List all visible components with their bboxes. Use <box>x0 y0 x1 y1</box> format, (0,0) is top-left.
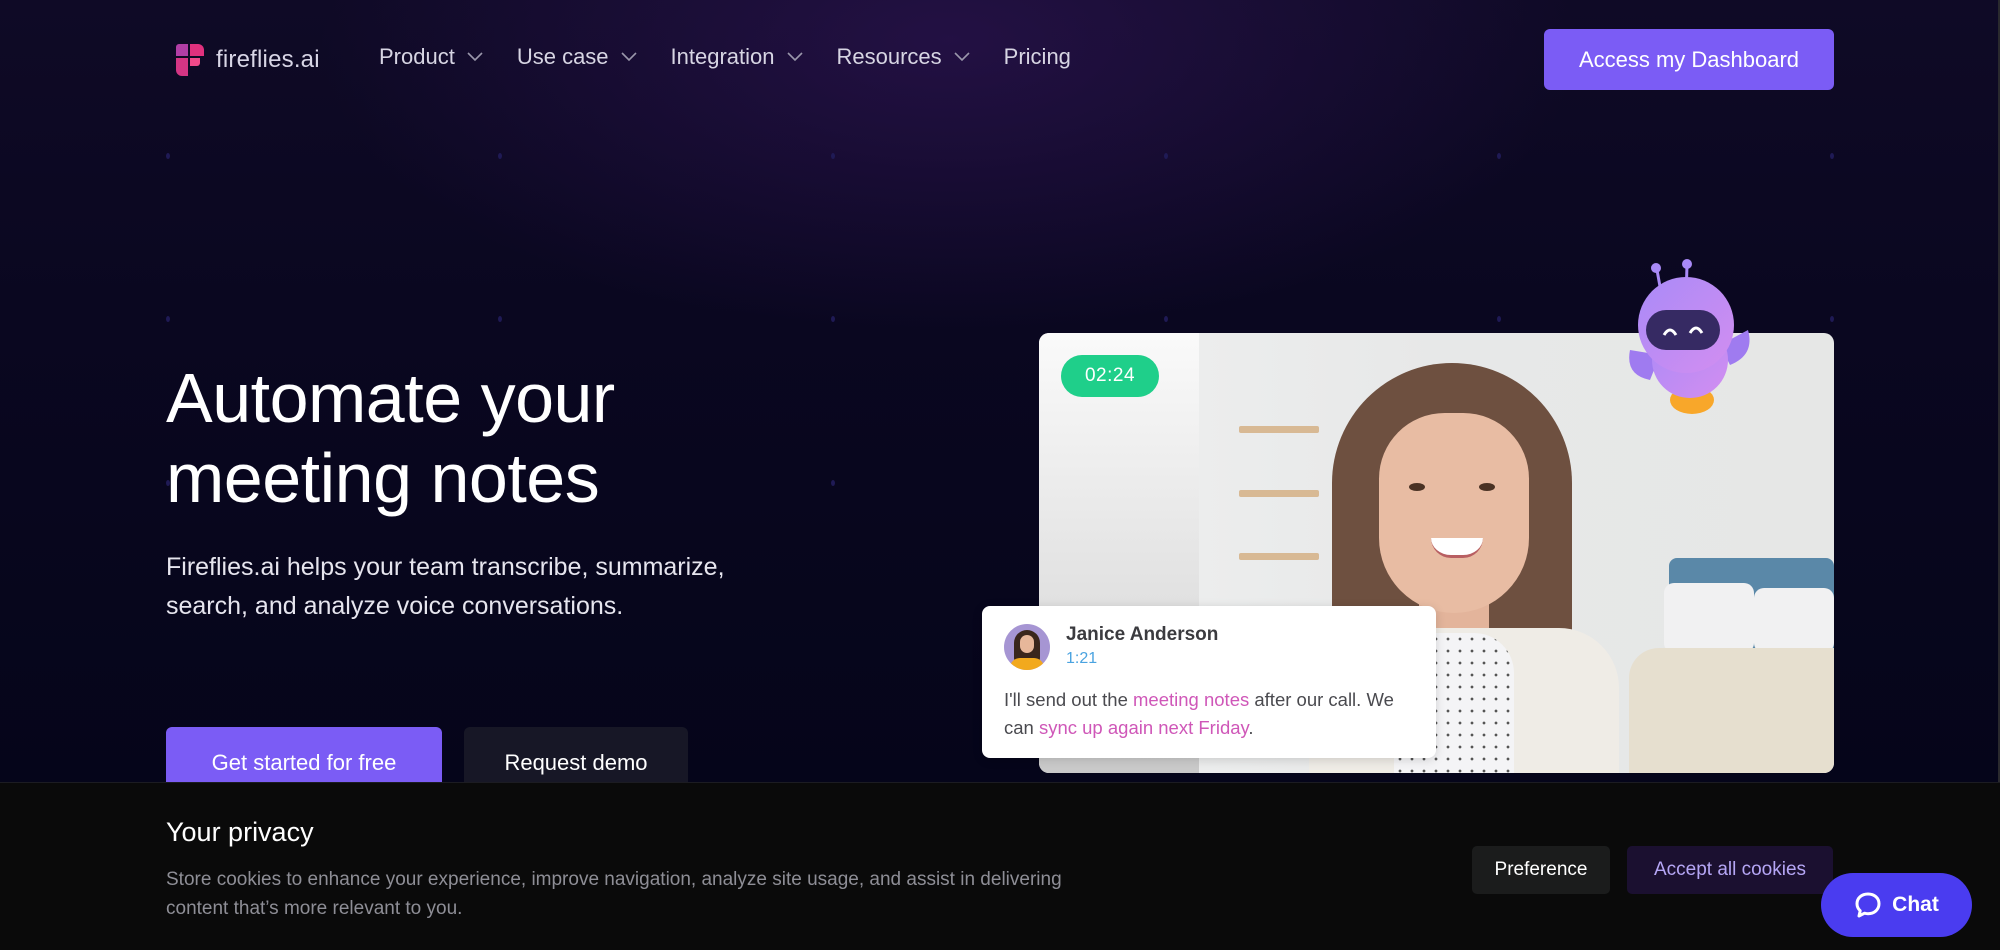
recording-timer-badge: 02:24 <box>1061 355 1159 397</box>
transcript-highlight: sync up again next Friday <box>1038 717 1249 738</box>
background-dot <box>1830 153 1834 159</box>
transcript-card: Janice Anderson 1:21 I'll send out the m… <box>982 606 1436 758</box>
background-dot <box>831 153 835 159</box>
transcript-highlight: meeting notes <box>1133 689 1250 710</box>
cookie-banner-title: Your privacy <box>166 817 314 847</box>
nav-item-label: Product <box>379 44 455 69</box>
request-demo-button[interactable]: Request demo <box>464 727 688 789</box>
nav-item-use-case[interactable]: Use case <box>517 44 637 70</box>
transcript-timestamp: 1:21 <box>1066 650 1098 667</box>
video-blanket <box>1629 648 1834 773</box>
transcript-segment: I'll send out the <box>1004 689 1134 710</box>
chevron-down-icon <box>786 52 803 62</box>
chevron-down-icon <box>467 52 483 62</box>
access-dashboard-button[interactable]: Access my Dashboard <box>1544 29 1834 90</box>
nav-item-integration[interactable]: Integration <box>671 44 803 70</box>
hero-title-line1: Automate your <box>166 359 615 437</box>
background-dot <box>166 316 170 322</box>
nav-menu: Product Use case Integration Resources P… <box>379 44 1105 70</box>
video-person-eye <box>1409 483 1425 491</box>
chat-widget-button[interactable]: Chat <box>1821 873 1972 937</box>
background-dot <box>831 316 835 322</box>
background-dot <box>1164 153 1168 159</box>
transcript-text: I'll send out the meeting notes after ou… <box>1004 686 1424 742</box>
background-dot <box>1497 316 1501 322</box>
nav-item-label: Integration <box>670 44 775 69</box>
background-dot <box>1497 153 1501 159</box>
brand-logo[interactable]: fireflies.ai <box>176 44 320 76</box>
speaker-name: Janice Anderson <box>1066 624 1219 645</box>
video-person-face <box>1379 413 1529 613</box>
nav-item-label: Use case <box>516 44 609 69</box>
speaker-avatar <box>1004 624 1050 670</box>
chat-bubble-icon <box>1855 892 1881 918</box>
top-navigation: fireflies.ai Product Use case Integratio… <box>0 0 2000 120</box>
cookie-preference-button[interactable]: Preference <box>1472 846 1610 894</box>
video-shelf <box>1239 426 1319 433</box>
nav-item-product[interactable]: Product <box>379 44 483 70</box>
video-pillow <box>1664 583 1754 653</box>
accept-all-cookies-button[interactable]: Accept all cookies <box>1627 846 1833 894</box>
chat-widget-label: Chat <box>1892 893 1939 916</box>
hero-subtitle: Fireflies.ai helps your team transcribe,… <box>166 553 725 620</box>
background-dot <box>166 153 170 159</box>
chevron-down-icon <box>954 52 970 62</box>
hero-title-line2: meeting notes <box>166 439 600 517</box>
video-shelf <box>1239 490 1319 497</box>
nav-item-label: Resources <box>836 44 942 69</box>
nav-item-resources[interactable]: Resources <box>837 44 970 70</box>
video-person-eye <box>1479 483 1495 491</box>
background-dot <box>498 153 502 159</box>
background-dot <box>1164 316 1168 322</box>
chevron-down-icon <box>620 52 637 62</box>
cookie-banner-text: Store cookies to enhance your experience… <box>166 869 1062 919</box>
nav-item-pricing[interactable]: Pricing <box>1004 44 1071 70</box>
brand-name: fireflies.ai <box>216 46 320 73</box>
video-shelf <box>1239 553 1319 560</box>
cookie-consent-banner: Your privacy Store cookies to enhance yo… <box>0 782 2000 950</box>
nav-item-label: Pricing <box>1003 44 1071 69</box>
background-dot <box>1830 316 1834 322</box>
transcript-segment: . <box>1248 717 1254 738</box>
hero-title: Automate your meeting notes <box>166 358 866 518</box>
robot-mascot-icon <box>1629 259 1750 414</box>
video-pillow <box>1754 588 1834 653</box>
fireflies-logo-icon <box>176 44 206 76</box>
background-dot <box>498 316 502 322</box>
get-started-button[interactable]: Get started for free <box>166 727 442 789</box>
